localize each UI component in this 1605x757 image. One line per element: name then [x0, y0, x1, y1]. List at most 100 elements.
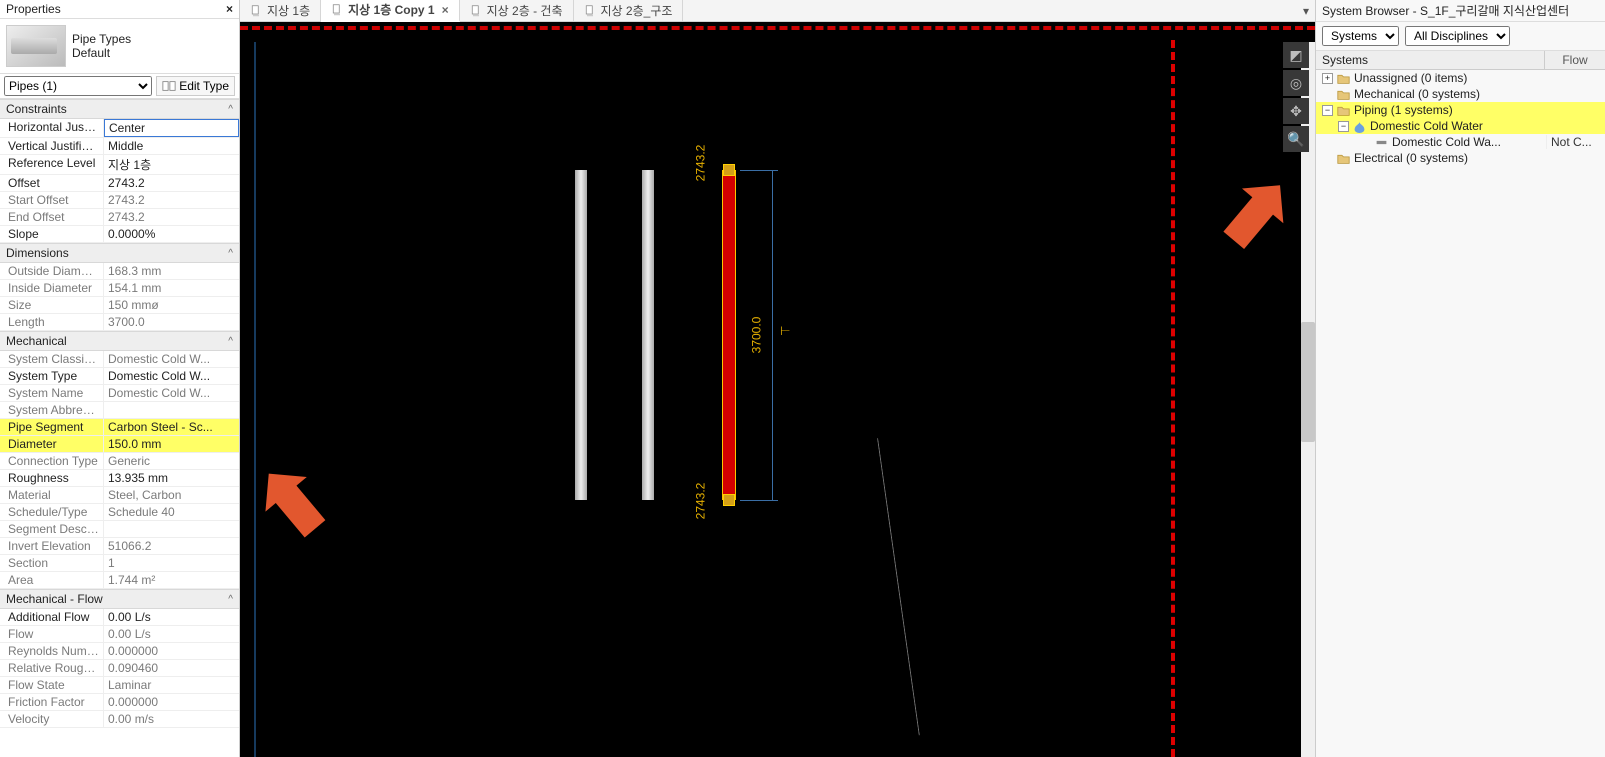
system-browser-panel: System Browser - S_1F_구리갈매 지식산업센터 System… [1315, 0, 1605, 757]
drawing-canvas[interactable]: 2743.2 2743.2 3700.0 ⊢ ◩ ◎ ✥ 🔍 [240, 22, 1315, 757]
prop-key: Outside Diameter [0, 263, 104, 279]
pipe-thumbnail-icon [6, 25, 66, 67]
properties-panel: Properties × Pipe Types Default Pipes (1… [0, 0, 240, 757]
instance-filter-select[interactable]: Pipes (1) [4, 76, 152, 96]
prop-value: Generic [104, 453, 239, 469]
tree-item-mechanical[interactable]: Mechanical (0 systems) [1316, 86, 1605, 102]
group-label: Mechanical - Flow [6, 592, 103, 606]
prop-key: Segment Descri... [0, 521, 104, 537]
prop-key: Friction Factor [0, 694, 104, 710]
prop-key: Length [0, 314, 104, 330]
systems-scope-select[interactable]: Systems [1322, 26, 1399, 46]
center-area: 지상 1층 지상 1층 Copy 1 × 지상 2층 - 건축 지상 2층_구조… [240, 0, 1315, 757]
expand-icon[interactable]: + [1322, 73, 1333, 84]
prop-value[interactable]: 지상 1층 [104, 155, 239, 174]
steering-wheel-icon[interactable]: ◎ [1283, 70, 1309, 96]
edit-type-icon [162, 79, 176, 93]
selected-pipe[interactable] [722, 170, 736, 500]
discipline-select[interactable]: All Disciplines [1405, 26, 1510, 46]
grid-line-right [1171, 40, 1175, 757]
prop-value: 0.000000 [104, 643, 239, 659]
prop-key: Pipe Segment [0, 419, 104, 435]
type-name-label: Default [72, 46, 131, 60]
collapse-icon[interactable]: − [1338, 121, 1349, 132]
prop-key: Slope [0, 226, 104, 242]
tree-item-electrical[interactable]: Electrical (0 systems) [1316, 150, 1605, 166]
nav-cube-icon[interactable]: ◩ [1283, 42, 1309, 68]
tab-overflow-icon[interactable]: ▾ [1297, 4, 1315, 18]
tree-item-dcw-instance[interactable]: Domestic Cold Wa... Not C... [1316, 134, 1605, 150]
properties-header: Properties × [0, 0, 239, 19]
tab-floor2-arch[interactable]: 지상 2층 - 건축 [460, 0, 574, 21]
scrollbar-thumb[interactable] [1301, 322, 1315, 442]
system-browser-filters: Systems All Disciplines [1316, 22, 1605, 51]
prop-value: 1.744 m² [104, 572, 239, 588]
prop-value[interactable]: 2743.2 [104, 175, 239, 191]
dim-drag-handle-icon[interactable]: ⊢ [780, 324, 788, 338]
tab-floor1[interactable]: 지상 1층 [240, 0, 321, 21]
close-icon[interactable]: × [226, 2, 233, 16]
prop-value [104, 402, 239, 418]
prop-key: System Name [0, 385, 104, 401]
grid-line-top [240, 26, 1315, 30]
tab-floor2-struct[interactable]: 지상 2층_구조 [574, 0, 684, 21]
group-label: Mechanical [6, 334, 67, 348]
prop-key: Roughness [0, 470, 104, 486]
prop-value[interactable]: 0.00 L/s [104, 609, 239, 625]
tree-item-piping[interactable]: − Piping (1 systems) [1316, 102, 1605, 118]
system-browser-columns: Systems Flow [1316, 51, 1605, 70]
tree-label: Mechanical (0 systems) [1354, 87, 1542, 101]
prop-value[interactable]: Carbon Steel - Sc... [104, 419, 239, 435]
prop-value: 2743.2 [104, 192, 239, 208]
prop-key: Section [0, 555, 104, 571]
prop-value: 168.3 mm [104, 263, 239, 279]
annotation-arrow-right [1205, 162, 1295, 252]
prop-value: Schedule 40 [104, 504, 239, 520]
zoom-icon[interactable]: 🔍 [1283, 126, 1309, 152]
tree-label: Electrical (0 systems) [1354, 151, 1542, 165]
properties-scroll[interactable]: Constraints ^ Horizontal Justif...Center… [0, 99, 239, 757]
prop-value: 0.000000 [104, 694, 239, 710]
collapse-icon[interactable]: − [1322, 105, 1333, 116]
prop-value[interactable]: Center [104, 119, 239, 137]
edit-type-button[interactable]: Edit Type [156, 76, 235, 96]
tab-floor1-copy1[interactable]: 지상 1층 Copy 1 × [321, 0, 460, 22]
group-dimensions[interactable]: Dimensions ^ [0, 243, 239, 263]
system-browser-title: System Browser - S_1F_구리갈매 지식산업센터 [1316, 0, 1605, 22]
column-element[interactable] [642, 170, 654, 500]
prop-value[interactable]: Middle [104, 138, 239, 154]
prop-value: Laminar [104, 677, 239, 693]
group-mechanical[interactable]: Mechanical ^ [0, 331, 239, 351]
close-icon[interactable]: × [442, 3, 449, 17]
prop-value[interactable]: 13.935 mm [104, 470, 239, 486]
doc-icon [470, 5, 482, 17]
tree-label: Piping (1 systems) [1354, 103, 1542, 117]
group-mechanical-flow[interactable]: Mechanical - Flow ^ [0, 589, 239, 609]
pipe-endpoint-icon[interactable] [723, 164, 735, 176]
prop-value[interactable]: Domestic Cold W... [104, 368, 239, 384]
col-systems[interactable]: Systems [1316, 51, 1545, 69]
system-tree: + Unassigned (0 items) Mechanical (0 sys… [1316, 70, 1605, 166]
pipe-system-icon [1375, 136, 1388, 149]
dim-line-vertical [772, 170, 773, 500]
tab-label: 지상 1층 [267, 2, 310, 19]
pan-icon[interactable]: ✥ [1283, 98, 1309, 124]
group-constraints[interactable]: Constraints ^ [0, 99, 239, 119]
chevron-up-icon: ^ [228, 594, 233, 605]
tree-item-dcw-group[interactable]: − Domestic Cold Water [1316, 118, 1605, 134]
col-flow[interactable]: Flow [1545, 51, 1605, 69]
prop-key: Offset [0, 175, 104, 191]
prop-key: System Abbrevi... [0, 402, 104, 418]
tree-item-unassigned[interactable]: + Unassigned (0 items) [1316, 70, 1605, 86]
view-nav-tools: ◩ ◎ ✥ 🔍 [1283, 42, 1309, 152]
prop-key: Reynolds Number [0, 643, 104, 659]
tree-value: Not C... [1546, 135, 1601, 149]
prop-value[interactable]: 150.0 mm [104, 436, 239, 452]
prop-key: System Type [0, 368, 104, 384]
tab-label: 지상 2층_구조 [601, 2, 673, 19]
prop-value: 1 [104, 555, 239, 571]
prop-key: End Offset [0, 209, 104, 225]
prop-value[interactable]: 0.0000% [104, 226, 239, 242]
column-element[interactable] [575, 170, 587, 500]
prop-key: Start Offset [0, 192, 104, 208]
